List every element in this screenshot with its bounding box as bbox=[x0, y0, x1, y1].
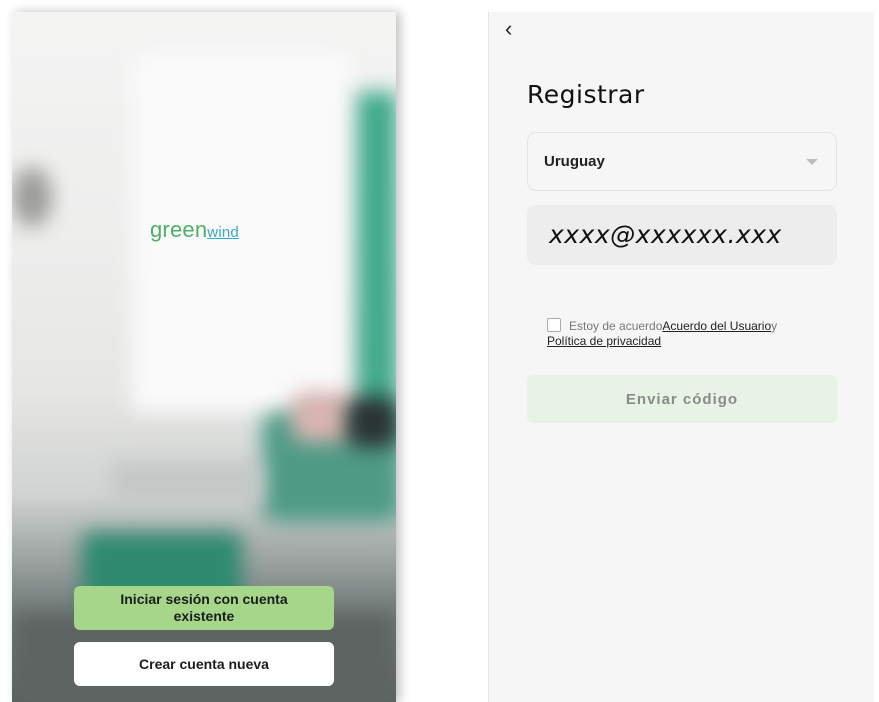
country-select[interactable]: Uruguay bbox=[527, 132, 837, 191]
email-value: xxxx@xxxxxx.xxx bbox=[549, 220, 782, 249]
greenwind-logo: greenwind bbox=[150, 217, 239, 243]
register-screen: ‹ Registrar Uruguay xxxx@xxxxxx.xxx Esto… bbox=[488, 12, 874, 702]
privacy-policy-link[interactable]: Política de privacidad bbox=[547, 334, 661, 348]
logo-part-wind: wind bbox=[207, 224, 239, 241]
agree-checkbox[interactable] bbox=[547, 318, 561, 332]
table bbox=[112, 462, 262, 502]
logo-part-green: green bbox=[150, 217, 208, 242]
country-value: Uruguay bbox=[544, 153, 605, 170]
wall-clock bbox=[12, 167, 52, 227]
email-field[interactable]: xxxx@xxxxxx.xxx bbox=[527, 205, 837, 265]
teal-wall bbox=[357, 92, 396, 432]
user-agreement-link[interactable]: Acuerdo del Usuario bbox=[662, 319, 771, 333]
agree-suffix: y bbox=[771, 319, 778, 333]
agree-prefix: Estoy de acuerdo bbox=[569, 319, 663, 333]
dropdown-caret-icon bbox=[806, 159, 818, 165]
welcome-screen: greenwind Iniciar sesión con cuenta exis… bbox=[12, 12, 396, 702]
create-account-button[interactable]: Crear cuenta nueva bbox=[74, 642, 334, 686]
send-code-button[interactable]: Enviar código bbox=[527, 375, 837, 423]
cushion bbox=[292, 392, 352, 442]
page-title: Registrar bbox=[527, 80, 645, 109]
dark-cushion bbox=[347, 397, 396, 447]
login-existing-account-button[interactable]: Iniciar sesión con cuenta existente bbox=[74, 586, 334, 630]
back-chevron-icon[interactable]: ‹ bbox=[505, 16, 512, 42]
